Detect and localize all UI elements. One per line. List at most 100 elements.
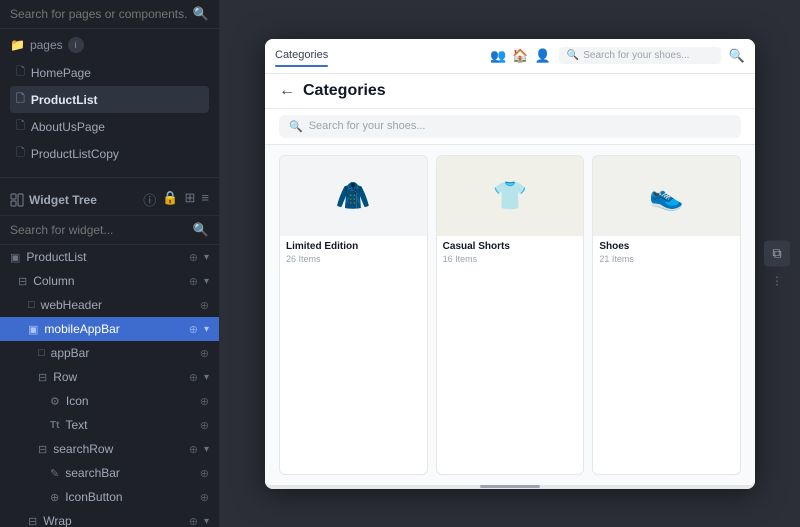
more-icon[interactable]: ≡ — [201, 190, 209, 209]
product-card-shoes[interactable]: 👟 Shoes 21 Items — [592, 155, 741, 475]
add-widget-icon[interactable]: ⊕ — [189, 515, 198, 527]
pages-label: pages — [30, 38, 63, 52]
tree-item-text[interactable]: Tt Text ⊕ — [0, 413, 219, 437]
widget-icon: ⊟ — [18, 275, 27, 288]
widget-search-input[interactable] — [10, 223, 187, 237]
widget-icon: □ — [38, 347, 45, 359]
product-count: 16 Items — [443, 254, 578, 264]
page-icon: 🗋 — [16, 117, 25, 136]
tree-item-label: Row — [53, 370, 183, 384]
product-count: 21 Items — [599, 254, 734, 264]
add-widget-icon[interactable]: ⊕ — [189, 275, 198, 288]
tree-item-label: searchBar — [65, 466, 194, 480]
widget-tree-header: Widget Tree ⓘ 🔒 ⊞ ≡ — [0, 184, 219, 216]
pages-section: 📁 pages i 🗋 HomePage 🗋 ProductList 🗋 Abo… — [0, 29, 219, 171]
chevron-icon: ▾ — [204, 276, 209, 287]
pages-search-input[interactable] — [10, 7, 187, 21]
top-search-bar[interactable]: 🔍 — [0, 0, 219, 29]
search-icon: 🔍 — [193, 6, 209, 22]
add-widget-icon[interactable]: ⊕ — [200, 467, 209, 480]
tree-item-productlist[interactable]: ▣ ProductList ⊕ ▾ — [0, 245, 219, 269]
product-card-casual-shorts[interactable]: 👕 Casual Shorts 16 Items — [436, 155, 585, 475]
tree-item-iconbutton[interactable]: ⊕ IconButton ⊕ — [0, 485, 219, 509]
page-label: HomePage — [31, 66, 91, 80]
add-widget-icon[interactable]: ⊕ — [200, 419, 209, 432]
product-grid: 🧥 Limited Edition 26 Items 👕 Casual Shor… — [265, 145, 755, 485]
sidebar-item-homepage[interactable]: 🗋 HomePage — [10, 59, 209, 86]
sidebar-item-aboutuspage[interactable]: 🗋 AboutUsPage — [10, 113, 209, 140]
device-nav-icons: 👥 🏠 👤 — [490, 48, 551, 64]
add-widget-icon[interactable]: ⊕ — [200, 395, 209, 408]
add-widget-icon[interactable]: ⊕ — [200, 299, 209, 312]
product-image-placeholder: 👕 — [493, 179, 528, 212]
widget-icon: ⊕ — [50, 491, 59, 504]
device-search-input[interactable]: 🔍 Search for your shoes... — [279, 115, 741, 138]
add-widget-icon[interactable]: ⊕ — [189, 323, 198, 336]
widget-icon: □ — [28, 299, 35, 311]
search-expand-icon[interactable]: 🔍 — [729, 48, 745, 64]
search-icon: 🔍 — [193, 222, 209, 238]
product-card-limited-edition[interactable]: 🧥 Limited Edition 26 Items — [279, 155, 428, 475]
sidebar-item-productlistcopy[interactable]: 🗋 ProductListCopy — [10, 140, 209, 167]
tree-item-appbar[interactable]: □ appBar ⊕ — [0, 341, 219, 365]
tree-item-label: webHeader — [41, 298, 194, 312]
widget-tree-icon — [10, 193, 24, 207]
back-arrow-icon[interactable]: ← — [279, 82, 295, 100]
product-info: Casual Shorts 16 Items — [437, 236, 584, 269]
lock-icon[interactable]: 🔒 — [162, 190, 178, 209]
tree-item-column[interactable]: ⊟ Column ⊕ ▾ — [0, 269, 219, 293]
widget-icon: ▣ — [10, 251, 20, 264]
sidebar-item-productlist[interactable]: 🗋 ProductList — [10, 86, 209, 113]
product-image: 👕 — [437, 156, 584, 236]
add-widget-icon[interactable]: ⊕ — [189, 443, 198, 456]
add-widget-icon[interactable]: ⊕ — [189, 371, 198, 384]
people-icon: 👥 — [490, 48, 506, 64]
search-placeholder-text: Search for your shoes... — [309, 120, 426, 132]
widget-search-bar[interactable]: 🔍 — [0, 216, 219, 245]
widget-tree-list: ▣ ProductList ⊕ ▾ ⊟ Column ⊕ ▾ □ webHead… — [0, 245, 219, 527]
add-widget-icon[interactable]: ⊕ — [200, 347, 209, 360]
tree-item-webheader[interactable]: □ webHeader ⊕ — [0, 293, 219, 317]
widget-icon: ✎ — [50, 467, 59, 480]
page-label: AboutUsPage — [31, 120, 105, 134]
tree-item-wrap[interactable]: ⊟ Wrap ⊕ ▾ — [0, 509, 219, 527]
device-search-row: 🔍 Search for your shoes... — [265, 109, 755, 145]
tree-item-label: Text — [65, 418, 193, 432]
tab-active-indicator — [275, 65, 328, 67]
page-label: ProductList — [31, 93, 98, 107]
widget-icon: ⊟ — [28, 515, 37, 527]
device-top-search[interactable]: 🔍 Search for your shoes... — [559, 47, 721, 64]
chevron-icon: ▾ — [204, 252, 209, 263]
info-text: i — [75, 40, 77, 50]
tree-item-searchbar[interactable]: ✎ searchBar ⊕ — [0, 461, 219, 485]
search-placeholder: Search for your shoes... — [583, 50, 689, 61]
chevron-icon: ▾ — [204, 516, 209, 527]
widget-tree-label: Widget Tree — [29, 193, 138, 207]
scrollbar-handle — [480, 485, 540, 488]
tree-item-label: mobileAppBar — [44, 322, 182, 336]
user-icon: 👤 — [535, 48, 551, 64]
tree-item-mobileappbar[interactable]: ▣ mobileAppBar ⊕ ▾ — [0, 317, 219, 341]
product-image-placeholder: 👟 — [649, 179, 684, 212]
widget-icon: ⚙ — [50, 395, 60, 408]
tree-item-label: Column — [33, 274, 183, 288]
tree-item-row[interactable]: ⊟ Row ⊕ ▾ — [0, 365, 219, 389]
search-icon: 🔍 — [567, 50, 579, 61]
tree-item-icon[interactable]: ⚙ Icon ⊕ — [0, 389, 219, 413]
device-topbar: Categories 👥 🏠 👤 🔍 Search for your shoes… — [265, 39, 755, 74]
tree-item-label: Icon — [66, 394, 194, 408]
info-icon[interactable]: ⓘ — [143, 190, 156, 209]
add-widget-icon[interactable]: ⊕ — [189, 251, 198, 264]
resize-handle[interactable]: ⋮ — [772, 274, 783, 287]
product-name: Shoes — [599, 241, 734, 252]
main-canvas: Categories 👥 🏠 👤 🔍 Search for your shoes… — [220, 0, 800, 527]
copy-button[interactable]: ⧉ — [764, 240, 790, 266]
add-icon[interactable]: ⊞ — [185, 190, 196, 209]
widget-tree-actions: ⓘ 🔒 ⊞ ≡ — [143, 190, 209, 209]
product-name: Casual Shorts — [443, 241, 578, 252]
tree-item-label: Wrap — [43, 514, 183, 527]
product-image: 🧥 — [280, 156, 427, 236]
tree-item-searchrow[interactable]: ⊟ searchRow ⊕ ▾ — [0, 437, 219, 461]
add-widget-icon[interactable]: ⊕ — [200, 491, 209, 504]
product-count: 26 Items — [286, 254, 421, 264]
